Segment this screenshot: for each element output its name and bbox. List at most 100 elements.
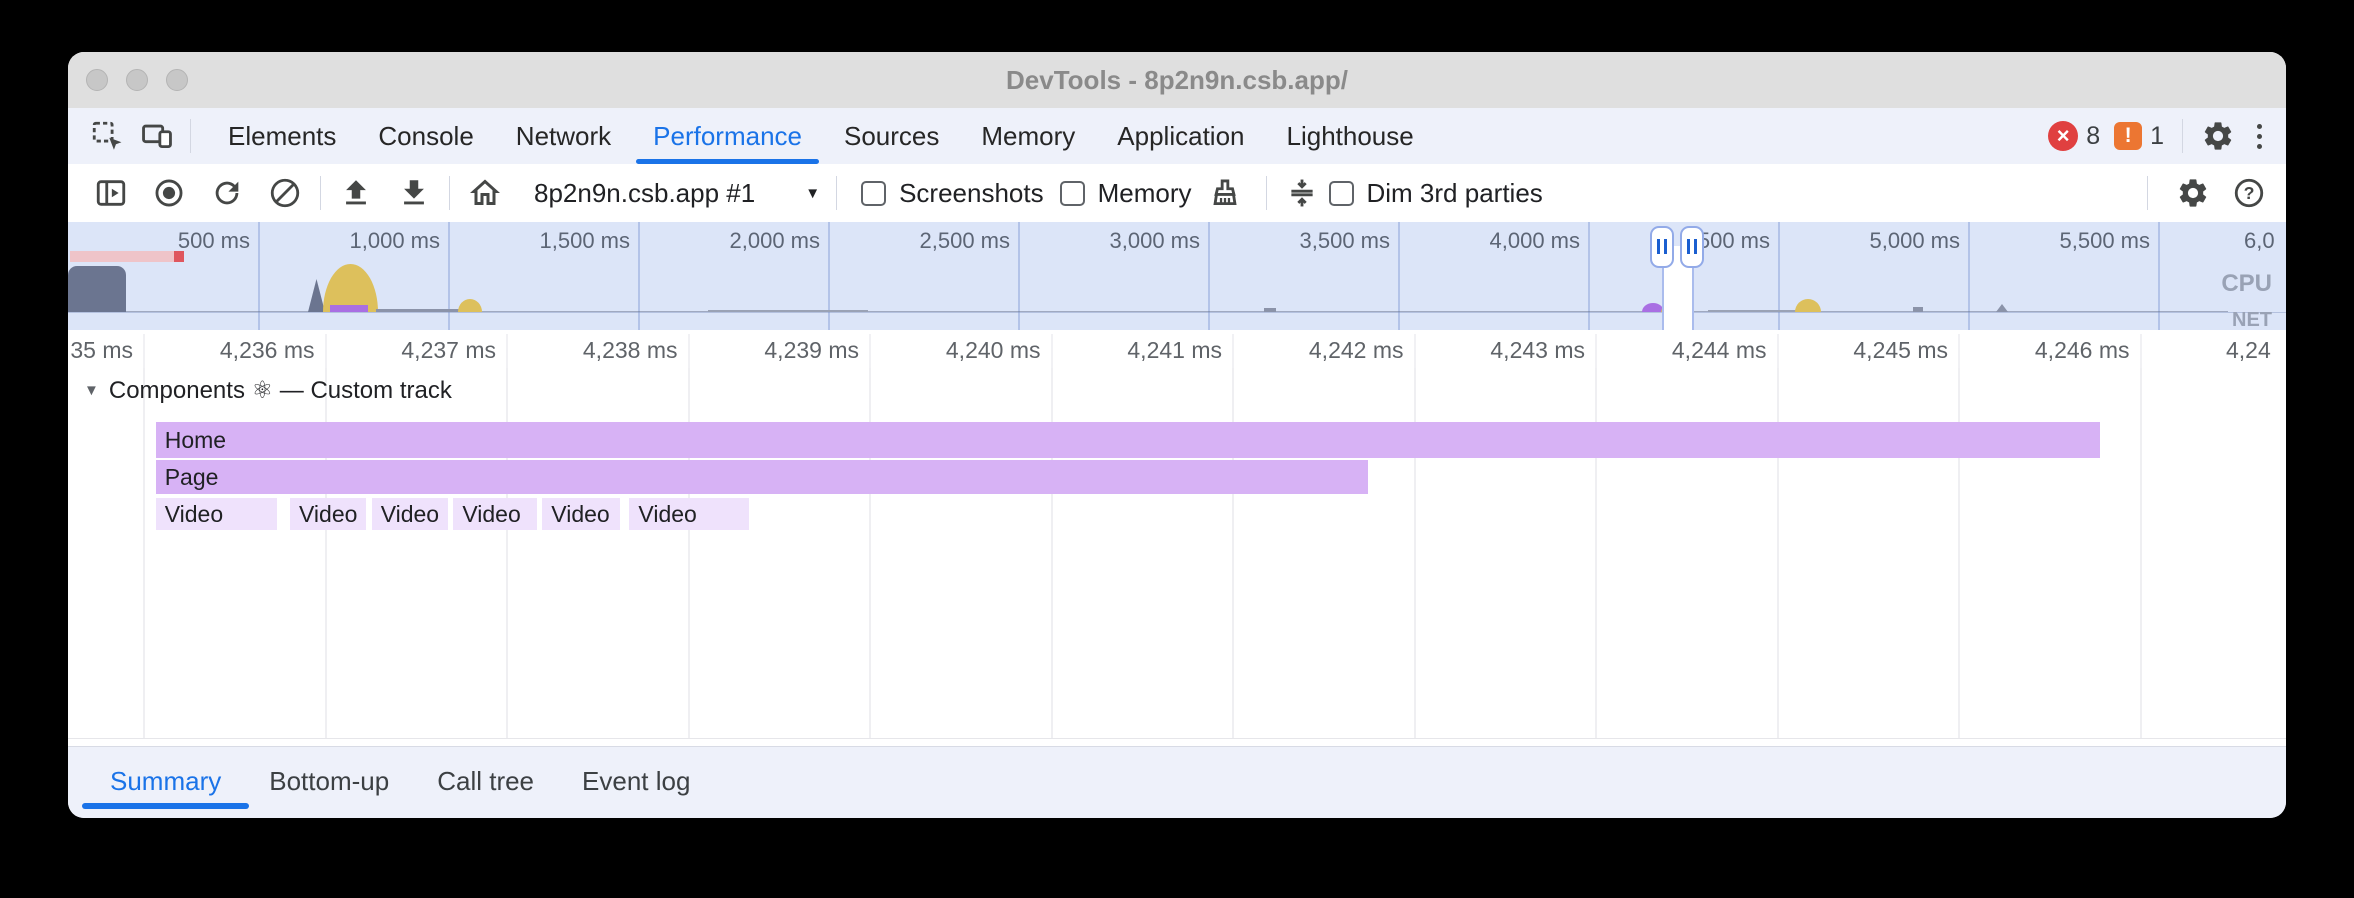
home-icon[interactable] xyxy=(466,174,504,212)
tab-event-log[interactable]: Event log xyxy=(566,747,706,819)
memory-checkbox[interactable]: Memory xyxy=(1060,178,1192,209)
dock-panel-icon[interactable] xyxy=(92,174,130,212)
devtools-tabbar: Elements Console Network Performance Sou… xyxy=(68,108,2286,164)
inspect-element-icon[interactable] xyxy=(90,119,124,153)
ruler-grid-line xyxy=(1958,334,1960,368)
tabbar-right-controls: × 8 ! 1 xyxy=(2048,108,2270,164)
tab-summary[interactable]: Summary xyxy=(94,747,237,819)
help-icon[interactable]: ? xyxy=(2230,174,2268,212)
ruler-grid-line xyxy=(143,334,145,368)
selection-handle-left[interactable] xyxy=(1650,226,1674,268)
divider xyxy=(1266,176,1267,210)
capture-settings-gear-icon[interactable] xyxy=(2174,174,2212,212)
time-tick-label: 4,244 ms xyxy=(1672,338,1767,363)
tab-performance[interactable]: Performance xyxy=(632,108,823,164)
overview-tick-label: 2,500 ms xyxy=(920,229,1011,253)
track-header[interactable]: ▼ Components ⚛ — Custom track xyxy=(84,376,452,406)
error-badge-icon[interactable]: × xyxy=(2048,121,2078,151)
tab-console[interactable]: Console xyxy=(357,108,494,164)
more-options-kebab-icon[interactable] xyxy=(2249,120,2270,153)
checkbox-box[interactable] xyxy=(1060,181,1085,206)
tab-lighthouse[interactable]: Lighthouse xyxy=(1266,108,1435,164)
divider xyxy=(449,176,450,210)
overview-tick-label: 5,000 ms xyxy=(1870,229,1961,253)
overview-grid-line xyxy=(828,222,830,330)
cpu-activity-bar xyxy=(174,251,184,262)
reload-and-record-button[interactable] xyxy=(208,174,246,212)
divider xyxy=(2182,119,2183,153)
flamechart-area[interactable]: ▼ Components ⚛ — Custom track HomePage Vide… xyxy=(68,368,2286,738)
selection-edge-right xyxy=(1692,266,1694,330)
dim-3rd-parties-checkbox[interactable]: Dim 3rd parties xyxy=(1329,178,1543,209)
checkbox-box[interactable] xyxy=(861,181,886,206)
ruler-grid-line xyxy=(1232,334,1234,368)
flame-bar-video[interactable]: Video xyxy=(290,498,366,530)
flame-bar-video[interactable]: Video xyxy=(372,498,448,530)
tab-network[interactable]: Network xyxy=(495,108,632,164)
load-profile-icon[interactable] xyxy=(337,174,375,212)
overview-tick-label: 3,500 ms xyxy=(1300,229,1391,253)
ruler-grid-line xyxy=(1777,334,1779,368)
time-tick-label: 4,237 ms xyxy=(401,338,496,363)
time-tick-label: 35 ms xyxy=(70,338,133,363)
collapse-triangle-icon[interactable]: ▼ xyxy=(84,376,99,406)
record-button[interactable] xyxy=(150,174,188,212)
flame-bar-home[interactable]: Home xyxy=(156,422,2100,458)
overview-grid-line xyxy=(1588,222,1590,330)
tab-sources[interactable]: Sources xyxy=(823,108,960,164)
screenshots-checkbox[interactable]: Screenshots xyxy=(861,178,1044,209)
ruler-grid-line xyxy=(325,334,327,368)
overview-tick-label: 5,500 ms xyxy=(2060,229,2151,253)
selection-handle-right[interactable] xyxy=(1680,226,1704,268)
time-tick-label: 4,243 ms xyxy=(1490,338,1585,363)
flame-grid-line xyxy=(2140,368,2142,738)
flame-bar-video[interactable]: Video xyxy=(453,498,536,530)
track-header-label: Components ⚛ — Custom track xyxy=(109,376,452,406)
titlebar: DevTools - 8p2n9n.csb.app/ xyxy=(68,52,2286,109)
flame-bar-video[interactable]: Video xyxy=(156,498,278,530)
collect-garbage-icon[interactable] xyxy=(1206,174,1244,212)
overview-grid-line xyxy=(1398,222,1400,330)
cpu-activity-bar xyxy=(70,251,184,262)
checkbox-label: Dim 3rd parties xyxy=(1367,178,1543,209)
tab-memory[interactable]: Memory xyxy=(960,108,1096,164)
svg-text:?: ? xyxy=(2244,183,2255,203)
divider xyxy=(190,119,191,153)
ruler-grid-line xyxy=(1595,334,1597,368)
time-tick-label: 4,246 ms xyxy=(2035,338,2130,363)
chevron-down-icon[interactable]: ▼ xyxy=(805,185,820,202)
settings-gear-icon[interactable] xyxy=(2201,119,2235,153)
cpu-activity-spike xyxy=(1996,304,2008,312)
timeline-overview[interactable]: 500 ms1,000 ms1,500 ms2,000 ms2,500 ms3,… xyxy=(68,222,2286,330)
tab-elements[interactable]: Elements xyxy=(207,108,357,164)
time-tick-label: 4,241 ms xyxy=(1127,338,1222,363)
clear-recording-button[interactable] xyxy=(266,174,304,212)
devtools-window: DevTools - 8p2n9n.csb.app/ Elements Cons… xyxy=(68,52,2286,818)
warning-badge-icon[interactable]: ! xyxy=(2114,122,2142,150)
time-tick-label: 4,236 ms xyxy=(220,338,315,363)
selection-edge-left xyxy=(1662,266,1664,330)
flame-bar-video[interactable]: Video xyxy=(629,498,749,530)
target-selector[interactable]: 8p2n9n.csb.app #1 xyxy=(534,178,755,209)
tab-bottom-up[interactable]: Bottom-up xyxy=(253,747,405,819)
save-profile-icon[interactable] xyxy=(395,174,433,212)
flame-bar-video[interactable]: Video xyxy=(542,498,620,530)
cpu-section-label: CPU xyxy=(2221,270,2272,298)
overview-grid-line xyxy=(1018,222,1020,330)
overview-tick-label: 1,500 ms xyxy=(540,229,631,253)
ruler-grid-line xyxy=(1414,334,1416,368)
overview-grid-line xyxy=(258,222,260,330)
tab-call-tree[interactable]: Call tree xyxy=(421,747,550,819)
tab-application[interactable]: Application xyxy=(1096,108,1265,164)
device-toolbar-icon[interactable] xyxy=(140,119,174,153)
cpu-activity-hump xyxy=(1642,303,1664,312)
time-tick-label: 4,238 ms xyxy=(583,338,678,363)
divider xyxy=(2147,176,2148,210)
flame-bar-page[interactable]: Page xyxy=(156,460,1368,494)
collapse-sections-icon[interactable] xyxy=(1283,174,1321,212)
time-ruler: 35 ms4,236 ms4,237 ms4,238 ms4,239 ms4,2… xyxy=(68,330,2286,369)
overview-tick-label: 2,000 ms xyxy=(730,229,821,253)
handle-grip xyxy=(1694,239,1697,254)
checkbox-box[interactable] xyxy=(1329,181,1354,206)
cpu-activity-hump xyxy=(458,299,482,312)
